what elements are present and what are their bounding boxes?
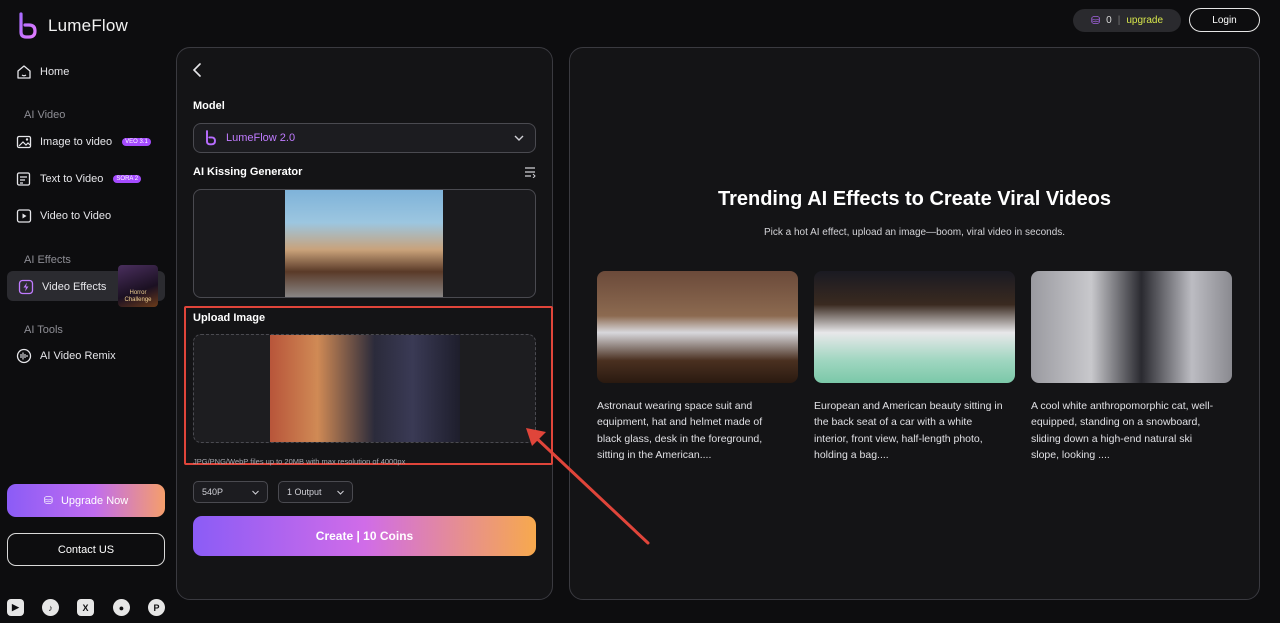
effect-card-car[interactable] [814, 271, 1015, 383]
horror-challenge-thumbnail[interactable]: Horror Challenge [118, 265, 158, 307]
chevron-down-icon [337, 490, 344, 495]
coin-count: 0 [1106, 15, 1112, 26]
chevron-down-icon [252, 490, 259, 495]
upload-label: Upload Image [193, 312, 266, 324]
list-icon[interactable] [524, 166, 536, 178]
sidebar-item-text-to-video[interactable]: Text to Video SORA 2 [16, 171, 142, 187]
section-ai-tools: AI Tools [24, 324, 63, 336]
generator-label: AI Kissing Generator [193, 166, 303, 178]
sora-badge: SORA 2 [113, 175, 142, 183]
output-value: 1 Output [287, 487, 322, 497]
effect-preview-image [285, 190, 443, 297]
effect-card-text: European and American beauty sitting in … [814, 400, 1003, 461]
output-count-select[interactable]: 1 Output [278, 481, 353, 503]
lightning-icon [18, 279, 34, 295]
uploaded-image [270, 335, 460, 442]
upload-hint: JPG/PNG/WebP files up to 20MB with max r… [193, 457, 406, 466]
sidebar-item-label: AI Video Remix [40, 350, 116, 362]
sidebar-item-image-to-video[interactable]: Image to video VEO 3.1 [16, 134, 151, 150]
sidebar-item-ai-video-remix[interactable]: AI Video Remix [16, 348, 116, 364]
sidebar-item-label: Text to Video [40, 173, 104, 185]
back-arrow-icon[interactable] [191, 63, 203, 77]
reddit-icon[interactable]: ● [113, 599, 130, 616]
youtube-icon[interactable]: ▶ [7, 599, 24, 616]
model-value: LumeFlow 2.0 [226, 132, 296, 144]
create-button[interactable]: Create | 10 Coins [193, 516, 536, 556]
resolution-value: 540P [202, 487, 224, 497]
sidebar-item-label: Video to Video [40, 210, 112, 222]
upgrade-now-label: Upgrade Now [60, 494, 129, 507]
resolution-select[interactable]: 540P [193, 481, 268, 503]
effect-preview[interactable] [193, 189, 536, 298]
logo-icon [19, 12, 37, 39]
upgrade-link[interactable]: upgrade [1126, 15, 1163, 26]
upload-dropzone[interactable] [193, 334, 536, 443]
sidebar-item-video-effects[interactable]: Video Effects [18, 279, 106, 295]
image-icon [16, 135, 32, 149]
trending-title: Trending AI Effects to Create Viral Vide… [717, 188, 1112, 210]
contact-us-button[interactable]: Contact US [7, 533, 165, 566]
app-name: LumeFlow [48, 16, 129, 35]
sidebar-item-home[interactable]: Home [16, 64, 69, 80]
chevron-down-icon [514, 135, 524, 141]
waveform-icon [16, 348, 32, 364]
model-select[interactable]: LumeFlow 2.0 [193, 123, 536, 153]
effect-card-elevator[interactable] [1031, 271, 1232, 383]
promo-label: Horror Challenge [124, 290, 152, 303]
veo-badge: VEO 3.1 [122, 138, 151, 146]
section-ai-video: AI Video [24, 109, 66, 121]
coins-pill[interactable]: ⛁ 0 | upgrade [1073, 9, 1181, 32]
effect-card-astronaut[interactable] [597, 271, 798, 383]
coin-separator: | [1117, 15, 1121, 26]
producthunt-icon[interactable]: P [148, 599, 165, 616]
sidebar-item-label: Home [40, 66, 70, 78]
login-button[interactable]: Login [1189, 8, 1260, 32]
trending-subtitle: Pick a hot AI effect, upload an image—bo… [763, 227, 1066, 238]
sidebar-item-label: Image to video [40, 136, 113, 148]
app-logo[interactable]: LumeFlow [16, 12, 128, 40]
sidebar-item-video-to-video[interactable]: Video to Video [16, 208, 111, 224]
x-icon[interactable]: X [77, 599, 94, 616]
model-logo-icon [206, 130, 216, 146]
model-label: Model [193, 100, 225, 112]
coins-stack-icon: ⛁ [43, 495, 53, 507]
annotation-arrow [526, 428, 650, 545]
coins-icon: ⛁ [1090, 15, 1101, 27]
video-icon [16, 209, 32, 223]
sidebar-item-label: Video Effects [42, 281, 107, 293]
home-icon [17, 65, 31, 79]
upgrade-now-button[interactable]: ⛁ Upgrade Now [7, 484, 165, 517]
text-icon [16, 172, 31, 186]
effect-card-text: A cool white anthropomorphic cat, well-e… [1031, 400, 1214, 461]
section-ai-effects: AI Effects [24, 254, 71, 266]
tiktok-icon[interactable]: ♪ [42, 599, 59, 616]
